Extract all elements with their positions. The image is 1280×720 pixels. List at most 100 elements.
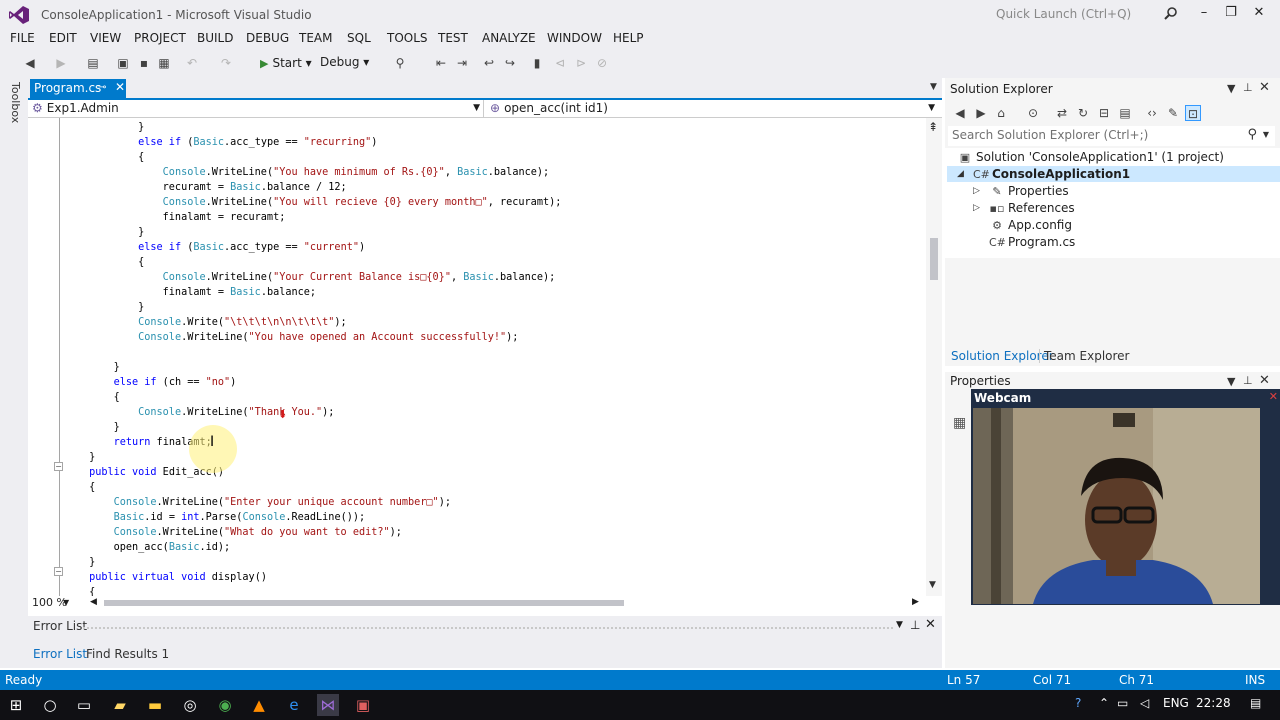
forward-icon[interactable]: ▶ xyxy=(973,105,989,121)
clock[interactable]: 22:28 xyxy=(1196,696,1231,710)
undo-icon[interactable]: ↶ xyxy=(184,55,200,71)
help-icon[interactable]: ? xyxy=(1075,696,1081,710)
toolbox-tab[interactable]: Toolbox xyxy=(9,82,22,123)
find-in-files-icon[interactable]: ⚲ xyxy=(392,55,408,71)
type-dropdown[interactable]: ⚙ Exp1.Admin ▼ xyxy=(28,100,484,117)
search-icon[interactable]: ⚲ xyxy=(1247,127,1257,142)
close-window-button[interactable]: ✕ xyxy=(1248,3,1270,23)
close-icon[interactable]: ✕ xyxy=(1259,80,1270,95)
menu-view[interactable]: VIEW xyxy=(90,31,121,45)
chevron-down-icon[interactable]: ▼ xyxy=(63,598,69,607)
tree-item-app-config[interactable]: ⚙ App.config xyxy=(989,217,1072,233)
bookmark-prev-icon[interactable]: ⊲ xyxy=(552,55,568,71)
tree-item-solution[interactable]: ▣ Solution 'ConsoleApplication1' (1 proje… xyxy=(957,149,1224,165)
notifications-icon[interactable]: ▤ xyxy=(1250,696,1261,710)
webcam-window[interactable]: Webcam ✕ xyxy=(971,389,1280,605)
redo-icon[interactable]: ↷ xyxy=(218,55,234,71)
chevron-down-icon[interactable]: ▼ xyxy=(896,620,903,630)
expanded-arrow-icon[interactable]: ◢ xyxy=(957,166,964,182)
bookmark-clear-icon[interactable]: ⊘ xyxy=(594,55,610,71)
file-explorer-icon[interactable]: ▬ xyxy=(144,694,166,716)
navigate-back-icon[interactable]: ◀ xyxy=(22,55,38,71)
save-all-icon[interactable]: ▦ xyxy=(156,55,172,71)
search-icon[interactable] xyxy=(1164,6,1178,20)
scroll-left-icon[interactable]: ◀ xyxy=(90,597,97,607)
step-back-icon[interactable]: ↩ xyxy=(481,55,497,71)
preview-selected-icon[interactable]: ⊡ xyxy=(1185,105,1201,121)
close-icon[interactable]: ✕ xyxy=(115,80,125,94)
menu-edit[interactable]: EDIT xyxy=(49,31,77,45)
start-debugging-button[interactable]: ▶ Start ▾ xyxy=(260,56,312,70)
notepad-icon[interactable]: ▰ xyxy=(109,694,131,716)
menu-tools[interactable]: TOOLS xyxy=(387,31,428,45)
zoom-level[interactable]: 100 % xyxy=(32,596,67,609)
menu-help[interactable]: HELP xyxy=(613,31,644,45)
chrome-icon[interactable]: ◉ xyxy=(214,694,236,716)
quick-launch-input[interactable]: Quick Launch (Ctrl+Q) xyxy=(996,7,1131,21)
sync-icon[interactable]: ⇄ xyxy=(1054,105,1070,121)
properties-wrench-icon[interactable]: ✎ xyxy=(1165,105,1181,121)
horizontal-scroll-thumb[interactable] xyxy=(104,600,624,606)
collapsed-arrow-icon[interactable]: ▷ xyxy=(973,200,980,216)
close-icon[interactable]: ✕ xyxy=(1269,390,1278,403)
step-over-icon[interactable]: ↪ xyxy=(502,55,518,71)
show-all-files-icon[interactable]: ▤ xyxy=(1117,105,1133,121)
bookmark-icon[interactable]: ▮ xyxy=(529,55,545,71)
new-project-icon[interactable]: ▤ xyxy=(85,55,101,71)
bookmark-next-icon[interactable]: ⊳ xyxy=(573,55,589,71)
tray-expand-icon[interactable]: ⌃ xyxy=(1099,696,1109,710)
scroll-right-icon[interactable]: ▶ xyxy=(912,597,919,607)
menu-analyze[interactable]: ANALYZE xyxy=(482,31,536,45)
property-pages-icon[interactable]: ▦ xyxy=(953,415,966,431)
format-icon[interactable]: ⇤ xyxy=(433,55,449,71)
split-icon[interactable]: ⇞ xyxy=(928,120,938,134)
menu-project[interactable]: PROJECT xyxy=(134,31,186,45)
pin-icon[interactable]: ⊸ xyxy=(98,82,106,93)
chevron-down-icon[interactable]: ▼ xyxy=(1227,375,1235,388)
solution-search-input[interactable]: Search Solution Explorer (Ctrl+;) ⚲ ▼ xyxy=(948,126,1275,146)
tab-find-results[interactable]: Find Results 1 xyxy=(86,647,169,661)
pin-icon[interactable]: ⊥ xyxy=(1243,81,1253,94)
menu-debug[interactable]: DEBUG xyxy=(246,31,289,45)
code-editor[interactable]: − − } else if (Basic.acc_type == "recurr… xyxy=(28,118,926,596)
collapsed-arrow-icon[interactable]: ▷ xyxy=(973,183,980,199)
edge-icon[interactable]: e xyxy=(283,694,305,716)
tree-item-program-cs[interactable]: C# Program.cs xyxy=(989,234,1075,250)
menu-sql[interactable]: SQL xyxy=(347,31,371,45)
view-code-icon[interactable]: ‹› xyxy=(1144,105,1160,121)
cortana-icon[interactable]: ○ xyxy=(39,694,61,716)
solution-configuration-select[interactable]: Debug ▾ xyxy=(316,55,378,72)
scroll-thumb[interactable] xyxy=(930,238,938,280)
scroll-down-icon[interactable]: ▼ xyxy=(929,580,936,590)
menu-window[interactable]: WINDOW xyxy=(547,31,602,45)
tab-program-cs[interactable]: Program.cs ⊸ ✕ xyxy=(30,79,126,98)
home-icon[interactable]: ⌂ xyxy=(993,105,1009,121)
task-view-icon[interactable]: ▭ xyxy=(73,694,95,716)
volume-icon[interactable]: ◁ xyxy=(1140,696,1149,710)
recorder-icon[interactable]: ▣ xyxy=(352,694,374,716)
open-file-icon[interactable]: ▣ xyxy=(115,55,131,71)
close-icon[interactable]: ✕ xyxy=(1259,373,1270,388)
pin-icon[interactable]: ⊥ xyxy=(1243,374,1253,387)
battery-icon[interactable]: ▭ xyxy=(1117,696,1128,710)
history-icon[interactable]: ⊙ xyxy=(1025,105,1041,121)
windows-start-icon[interactable]: ⊞ xyxy=(5,694,27,716)
visual-studio-icon[interactable]: ⋈ xyxy=(317,694,339,716)
member-dropdown[interactable]: ⊕ open_acc(int id1) ▼ xyxy=(486,100,938,117)
vlc-icon[interactable]: ▲ xyxy=(248,694,270,716)
comment-icon[interactable]: ⇥ xyxy=(454,55,470,71)
menu-test[interactable]: TEST xyxy=(438,31,468,45)
chrome-like-icon[interactable]: ◎ xyxy=(179,694,201,716)
tree-item-project[interactable]: ◢ C# ConsoleApplication1 xyxy=(947,166,1280,182)
menu-file[interactable]: FILE xyxy=(10,31,35,45)
tab-team-explorer[interactable]: Team Explorer xyxy=(1044,349,1130,363)
chevron-down-icon[interactable]: ▼ xyxy=(1263,130,1269,139)
menu-team[interactable]: TEAM xyxy=(299,31,332,45)
tab-error-list[interactable]: Error List xyxy=(33,647,87,661)
vertical-scrollbar[interactable]: ⇞ ▼ xyxy=(926,118,942,596)
back-icon[interactable]: ◀ xyxy=(952,105,968,121)
language-indicator[interactable]: ENG xyxy=(1163,696,1189,710)
chevron-down-icon[interactable]: ▼ xyxy=(1227,82,1235,95)
close-icon[interactable]: ✕ xyxy=(925,617,936,632)
chevron-down-icon[interactable]: ▼ xyxy=(930,82,937,92)
